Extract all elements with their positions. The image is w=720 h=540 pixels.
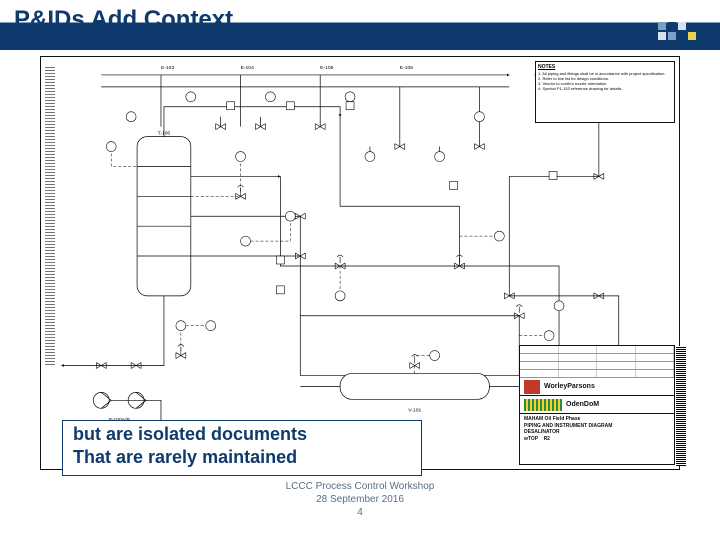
company-a-logo-icon — [524, 380, 540, 394]
barcode-icon — [676, 346, 686, 466]
doc-no: wTOP — [524, 436, 538, 442]
notes-item: 4. Symbol P1-153 reference drawing for d… — [538, 86, 672, 91]
footer-line1: LCCC Process Control Workshop — [0, 480, 720, 493]
slide-footer: LCCC Process Control Workshop 28 Septemb… — [0, 480, 720, 506]
footer-line2: 28 September 2016 — [0, 493, 720, 506]
slide-body: T-100 V-101 P-100A/B P-101A/B E-103 E-10… — [0, 50, 720, 510]
title-block: WorleyParsons OdenDoM MAHAM Oil Field Ph… — [519, 345, 675, 465]
company-a-name: WorleyParsons — [544, 383, 595, 390]
title-bar: P&IDs Add Context — [0, 0, 720, 50]
hdr-tag-1: E-103 — [161, 65, 174, 71]
hdr-tag-3: E-105 — [320, 65, 333, 71]
callout-line2: That are rarely maintained — [73, 446, 411, 469]
page-number: 4 — [0, 506, 720, 519]
rev: R2 — [544, 436, 550, 442]
pid-diagram: T-100 V-101 P-100A/B P-101A/B E-103 E-10… — [40, 56, 680, 470]
drum-tag: V-101 — [408, 407, 421, 413]
notes-item: 1. All piping and fittings shall be in a… — [538, 71, 672, 76]
hdr-tag-4: E-106 — [400, 65, 413, 71]
company-b-logo-icon — [524, 399, 562, 411]
company-b-name: OdenDoM — [566, 401, 599, 408]
callout-box: but are isolated documents That are rare… — [62, 420, 422, 476]
slide-title: P&IDs Add Context — [14, 6, 233, 34]
notes-box: NOTES 1. All piping and fittings shall b… — [535, 61, 675, 123]
hdr-tag-2: E-104 — [241, 65, 254, 71]
decor-squares — [648, 22, 706, 40]
callout-line1: but are isolated documents — [73, 423, 411, 446]
tower-tag: T-100 — [158, 131, 171, 137]
